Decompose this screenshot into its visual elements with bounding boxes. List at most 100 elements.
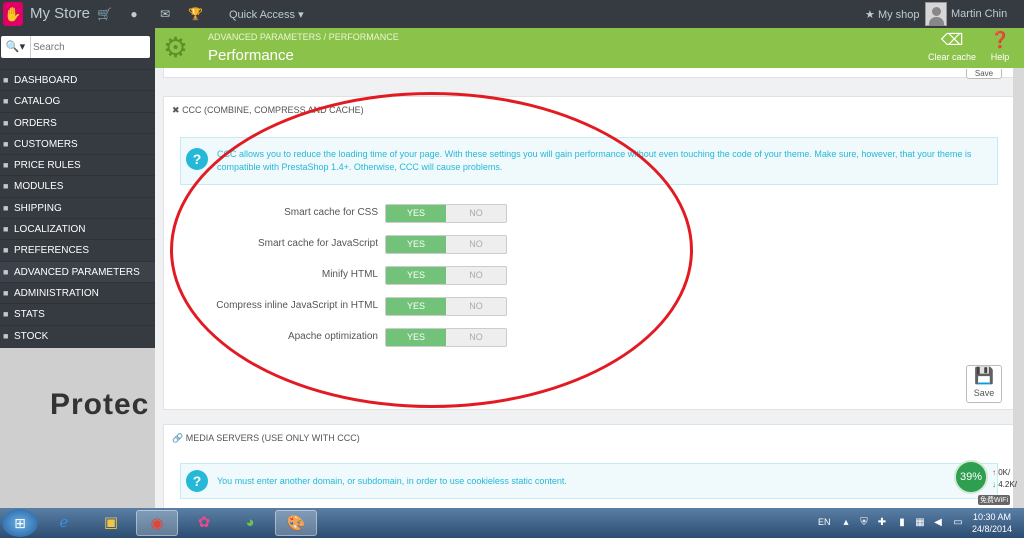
toggle-yes[interactable]: YES <box>386 329 446 346</box>
avatar[interactable] <box>925 2 947 26</box>
network-icon[interactable]: ▦ <box>914 517 926 529</box>
search-input[interactable] <box>33 38 145 56</box>
mail-icon[interactable]: ✉ <box>158 7 172 21</box>
toggle-no[interactable]: NO <box>446 236 506 253</box>
sidebar-item-advanced-parameters[interactable]: ■ ADVANCED PARAMETERS <box>0 260 155 282</box>
setting-label: Compress inline JavaScript in HTML <box>216 300 378 311</box>
store-name[interactable]: My Store <box>30 5 90 22</box>
toggle-no[interactable]: NO <box>446 298 506 315</box>
clock[interactable]: 10:30 AM 24/8/2014 <box>968 511 1016 535</box>
save-button[interactable]: 💾 Save <box>966 365 1002 403</box>
sidebar-item-catalog[interactable]: ■ CATALOG <box>0 90 155 111</box>
file-explorer-icon[interactable]: ▣ <box>90 510 132 536</box>
stock-icon: ■ <box>3 330 9 341</box>
sidebar-item-shipping[interactable]: ■ SHIPPING <box>0 196 155 218</box>
help-icon: ❓ <box>990 32 1010 49</box>
save-icon: 💾 <box>974 368 994 385</box>
sidebar-item-price-rules[interactable]: ■ PRICE RULES <box>0 154 155 175</box>
sidebar-item-stock[interactable]: ■ STOCK <box>0 324 155 346</box>
language-indicator[interactable]: EN <box>818 517 831 527</box>
taskbar: ⊞ ℯ ▣ ◉ ✿ ◕ 🎨 EN ▴ ⛨ ✚ ▮ ▦ ◀ ▭ 10:30 AM … <box>0 508 1024 538</box>
toggle-yes[interactable]: YES <box>386 205 446 222</box>
sidebar-item-label: STATS <box>14 309 45 321</box>
shipping-icon: ■ <box>3 202 9 213</box>
my-shop-link[interactable]: ★ My shop <box>865 8 920 21</box>
media-panel-heading: 🔗 MEDIA SERVERS (USE ONLY WITH CCC) <box>172 433 360 444</box>
background-image: Protec <box>0 348 155 508</box>
save-button-top[interactable]: Save <box>966 69 1002 79</box>
media-info-alert: ? You must enter another domain, or subd… <box>180 463 998 499</box>
yes-no-toggle[interactable]: YES NO <box>385 266 507 285</box>
yes-no-toggle[interactable]: YES NO <box>385 297 507 316</box>
toggle-no[interactable]: NO <box>446 205 506 222</box>
eraser-icon: ⌫ <box>940 32 964 49</box>
toggle-yes[interactable]: YES <box>386 236 446 253</box>
media-panel: 🔗 MEDIA SERVERS (USE ONLY WITH CCC) ? Yo… <box>163 424 1015 508</box>
prestashop-logo-icon[interactable]: ✋ <box>3 2 23 26</box>
trophy-icon[interactable]: 🏆 <box>188 7 203 21</box>
internet-explorer-icon[interactable]: ℯ <box>43 510 85 536</box>
sidebar-item-label: LOCALIZATION <box>14 224 86 236</box>
sidebar-item-label: DASHBOARD <box>14 75 78 86</box>
paint-icon[interactable]: 🎨 <box>275 510 317 536</box>
sidebar-item-label: STOCK <box>14 330 49 342</box>
up-arrow-icon: ↑ <box>992 468 996 477</box>
start-button-icon[interactable]: ⊞ <box>2 509 38 537</box>
wifi-label: 免费WiFi <box>978 495 1010 505</box>
sidebar-item-label: ADVANCED PARAMETERS <box>14 266 140 278</box>
catalog-icon: ■ <box>3 96 9 107</box>
yes-no-toggle[interactable]: YES NO <box>385 235 507 254</box>
clear-cache-button[interactable]: ⌫ Clear cache <box>927 30 977 62</box>
network-widget[interactable]: 39% ↑ 0K/ ↓ 4.2K/ 免费WiFi <box>952 458 1024 508</box>
help-button[interactable]: ❓ Help <box>985 30 1015 62</box>
toggle-no[interactable]: NO <box>446 329 506 346</box>
chrome-icon[interactable]: ◉ <box>136 510 178 536</box>
download-value: 4.2K/ <box>998 480 1017 489</box>
breadcrumb[interactable]: ADVANCED PARAMETERS / PERFORMANCE <box>208 32 399 42</box>
toggle-no[interactable]: NO <box>446 267 506 284</box>
toggle-yes[interactable]: YES <box>386 298 446 315</box>
previous-panel: Save <box>163 68 1015 79</box>
background-text: Protec <box>50 388 150 421</box>
ccc-heading-label: CCC (COMBINE, COMPRESS AND CACHE) <box>182 105 364 115</box>
localization-icon: ■ <box>3 224 9 235</box>
sidebar-item-label: ORDERS <box>14 117 57 129</box>
yes-no-toggle[interactable]: YES NO <box>385 204 507 223</box>
volume-icon[interactable]: ◀ <box>932 517 944 529</box>
sidebar-item-orders[interactable]: ■ ORDERS <box>0 111 155 133</box>
gears-icon: ⚙ <box>163 32 189 63</box>
sidebar-item-administration[interactable]: ■ ADMINISTRATION <box>0 281 155 303</box>
sidebar-item-localization[interactable]: ■ LOCALIZATION <box>0 218 155 239</box>
user-name[interactable]: Martin Chin <box>951 8 1007 20</box>
cart-icon[interactable]: 🛒 <box>97 7 112 21</box>
security-icon[interactable]: ✚ <box>876 517 888 529</box>
quick-access-menu[interactable]: Quick Access ▾ <box>229 8 304 21</box>
tray-arrow-icon[interactable]: ▴ <box>840 517 852 529</box>
scrollbar[interactable] <box>1013 68 1024 508</box>
browser-icon[interactable]: ◕ <box>229 510 271 536</box>
customers-icon: ■ <box>3 138 9 149</box>
search-icon[interactable]: 🔍▾ <box>1 36 31 58</box>
sidebar-menu: ■ DASHBOARD ■ CATALOG ■ ORDERS ■ CUSTOMERS ■ PRIC… <box>0 69 155 346</box>
signal-icon[interactable]: ▮ <box>896 517 908 529</box>
yes-no-toggle[interactable]: YES NO <box>385 328 507 347</box>
sidebar-item-dashboard[interactable]: ■ DASHBOARD <box>0 69 155 90</box>
clear-cache-label: Clear cache <box>927 52 977 62</box>
sidebar: 🔍▾ ■ DASHBOARD ■ CATALOG ■ ORDERS ■ CUSTOMERS ■ P… <box>0 28 155 348</box>
battery-icon[interactable]: ▭ <box>952 517 964 529</box>
top-bar: ✋ My Store 🛒 ● ✉ 🏆 Quick Access ▾ ★ My s… <box>0 0 1024 28</box>
user-icon[interactable]: ● <box>127 7 141 21</box>
sidebar-item-stats[interactable]: ■ STATS <box>0 303 155 324</box>
clock-time: 10:30 AM <box>972 512 1012 522</box>
search-box: 🔍▾ <box>1 36 150 58</box>
sidebar-item-customers[interactable]: ■ CUSTOMERS <box>0 132 155 154</box>
toggle-yes[interactable]: YES <box>386 267 446 284</box>
color-app-icon[interactable]: ✿ <box>183 510 225 536</box>
sidebar-item-modules[interactable]: ■ MODULES <box>0 175 155 196</box>
info-icon: ? <box>186 470 208 492</box>
sidebar-item-preferences[interactable]: ■ PREFERENCES <box>0 239 155 260</box>
preferences-icon: ■ <box>3 245 9 256</box>
sidebar-item-label: MODULES <box>14 181 64 193</box>
sidebar-item-label: SHIPPING <box>14 202 62 214</box>
shield-icon[interactable]: ⛨ <box>858 517 870 529</box>
